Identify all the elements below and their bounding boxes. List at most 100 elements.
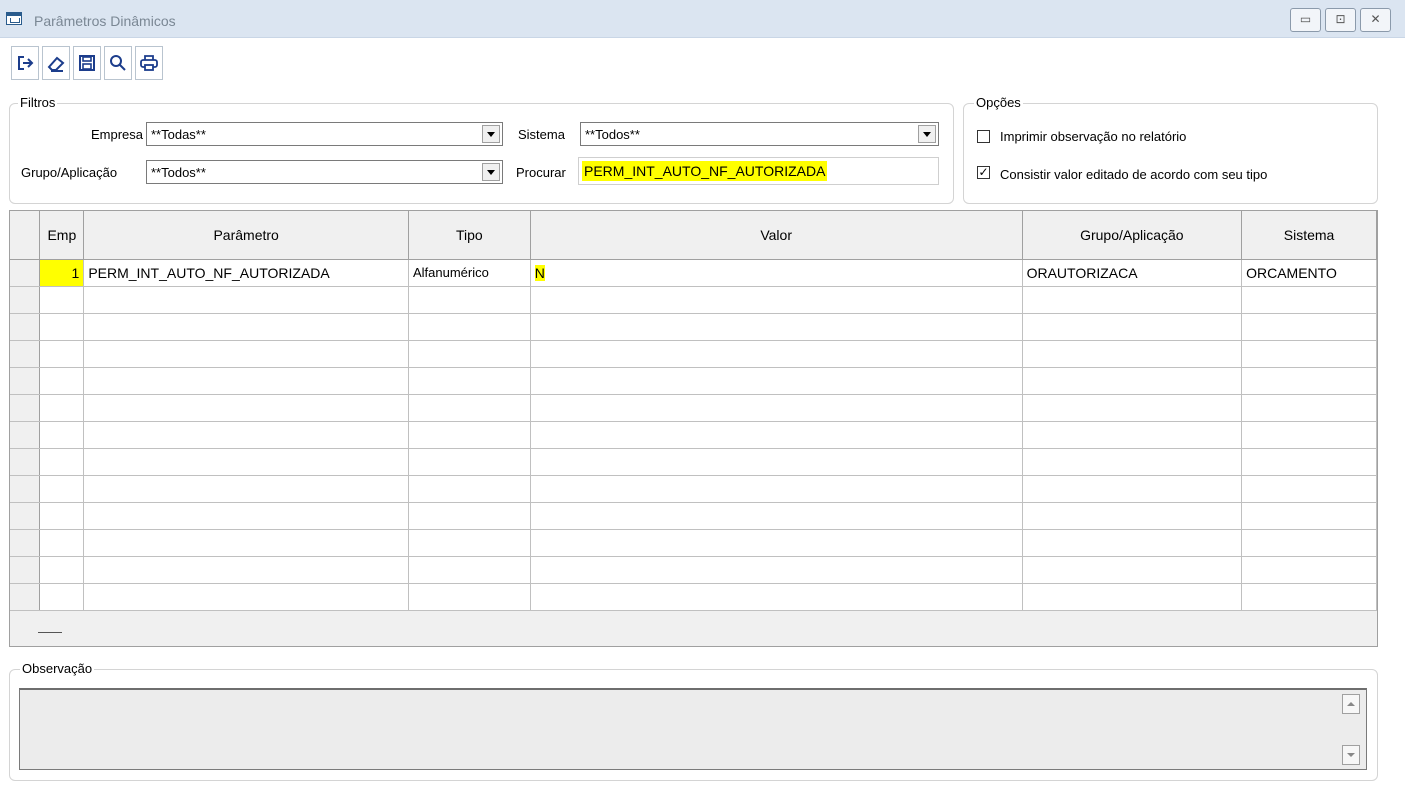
cell-parametro[interactable] bbox=[83, 313, 409, 341]
clear-button[interactable] bbox=[42, 46, 70, 80]
save-button[interactable] bbox=[73, 46, 101, 80]
cell-sistema[interactable]: ORCAMENTO bbox=[1241, 259, 1377, 287]
table-row-empty[interactable] bbox=[10, 340, 1377, 368]
col-header-emp[interactable]: Emp bbox=[39, 211, 85, 260]
cell-tipo[interactable] bbox=[408, 340, 531, 368]
cell-grupo[interactable] bbox=[1022, 583, 1243, 611]
cell-emp[interactable] bbox=[39, 583, 85, 611]
table-row-empty[interactable] bbox=[10, 583, 1377, 611]
cell-parametro[interactable] bbox=[83, 421, 409, 449]
cell-emp[interactable] bbox=[39, 286, 85, 314]
cell-parametro[interactable]: PERM_INT_AUTO_NF_AUTORIZADA bbox=[83, 259, 409, 287]
cell-tipo[interactable] bbox=[408, 367, 531, 395]
cell-emp[interactable] bbox=[39, 340, 85, 368]
cell-tipo[interactable] bbox=[408, 421, 531, 449]
table-row-empty[interactable] bbox=[10, 448, 1377, 476]
cell-valor[interactable] bbox=[530, 286, 1023, 314]
cell-grupo[interactable] bbox=[1022, 502, 1243, 530]
row-header[interactable] bbox=[10, 556, 41, 584]
observacao-textarea[interactable] bbox=[19, 688, 1367, 770]
row-header[interactable] bbox=[10, 286, 41, 314]
cell-emp[interactable] bbox=[39, 475, 85, 503]
table-row-empty[interactable] bbox=[10, 529, 1377, 557]
cell-sistema[interactable] bbox=[1241, 475, 1377, 503]
minimize-button[interactable]: ▭ bbox=[1290, 8, 1321, 32]
cell-tipo[interactable] bbox=[408, 502, 531, 530]
cell-parametro[interactable] bbox=[83, 394, 409, 422]
row-header[interactable] bbox=[10, 448, 41, 476]
cell-sistema[interactable] bbox=[1241, 313, 1377, 341]
empresa-combo[interactable]: **Todas** bbox=[146, 122, 503, 146]
cell-tipo[interactable] bbox=[408, 529, 531, 557]
cell-parametro[interactable] bbox=[83, 340, 409, 368]
col-header-sistema[interactable]: Sistema bbox=[1241, 211, 1377, 260]
table-row-empty[interactable] bbox=[10, 313, 1377, 341]
row-header[interactable] bbox=[10, 421, 41, 449]
cell-sistema[interactable] bbox=[1241, 502, 1377, 530]
table-row-empty[interactable] bbox=[10, 367, 1377, 395]
cell-tipo[interactable] bbox=[408, 313, 531, 341]
cell-tipo[interactable] bbox=[408, 448, 531, 476]
cell-grupo[interactable] bbox=[1022, 556, 1243, 584]
grupo-combo[interactable]: **Todos** bbox=[146, 160, 503, 184]
cell-grupo[interactable] bbox=[1022, 313, 1243, 341]
cell-tipo[interactable] bbox=[408, 475, 531, 503]
col-header-valor[interactable]: Valor bbox=[530, 211, 1023, 260]
cell-tipo[interactable] bbox=[408, 394, 531, 422]
cell-grupo[interactable] bbox=[1022, 448, 1243, 476]
cell-emp[interactable] bbox=[39, 502, 85, 530]
sistema-combo[interactable]: **Todos** bbox=[580, 122, 939, 146]
cell-valor[interactable] bbox=[530, 421, 1023, 449]
parametros-grid[interactable]: Emp Parâmetro Tipo Valor Grupo/Aplicação… bbox=[9, 210, 1378, 647]
chevron-down-icon[interactable] bbox=[918, 125, 936, 143]
cell-tipo[interactable]: Alfanumérico bbox=[408, 259, 531, 287]
table-row-empty[interactable] bbox=[10, 475, 1377, 503]
cell-emp[interactable] bbox=[39, 421, 85, 449]
cell-valor[interactable] bbox=[530, 529, 1023, 557]
scroll-up-icon[interactable] bbox=[1342, 694, 1360, 714]
cell-parametro[interactable] bbox=[83, 475, 409, 503]
table-row-empty[interactable] bbox=[10, 421, 1377, 449]
row-header[interactable] bbox=[10, 313, 41, 341]
row-header[interactable] bbox=[10, 340, 41, 368]
cell-parametro[interactable] bbox=[83, 529, 409, 557]
cell-sistema[interactable] bbox=[1241, 448, 1377, 476]
cell-grupo[interactable] bbox=[1022, 286, 1243, 314]
row-header[interactable] bbox=[10, 502, 41, 530]
cell-sistema[interactable] bbox=[1241, 394, 1377, 422]
cell-emp[interactable]: 1 bbox=[39, 259, 85, 287]
chevron-down-icon[interactable] bbox=[482, 163, 500, 181]
cell-sistema[interactable] bbox=[1241, 529, 1377, 557]
cell-valor[interactable] bbox=[530, 475, 1023, 503]
exit-button[interactable] bbox=[11, 46, 39, 80]
col-header-tipo[interactable]: Tipo bbox=[408, 211, 531, 260]
cell-emp[interactable] bbox=[39, 448, 85, 476]
scroll-down-icon[interactable] bbox=[1342, 745, 1360, 765]
cell-valor[interactable] bbox=[530, 502, 1023, 530]
cell-sistema[interactable] bbox=[1241, 367, 1377, 395]
cell-emp[interactable] bbox=[39, 556, 85, 584]
table-row-empty[interactable] bbox=[10, 502, 1377, 530]
cell-grupo[interactable] bbox=[1022, 475, 1243, 503]
table-row[interactable]: 1 PERM_INT_AUTO_NF_AUTORIZADA Alfanuméri… bbox=[10, 259, 1377, 287]
cell-valor[interactable] bbox=[530, 394, 1023, 422]
cell-valor[interactable] bbox=[530, 340, 1023, 368]
cell-tipo[interactable] bbox=[408, 286, 531, 314]
procurar-input[interactable]: PERM_INT_AUTO_NF_AUTORIZADA bbox=[578, 157, 939, 185]
print-button[interactable] bbox=[135, 46, 163, 80]
cell-grupo[interactable] bbox=[1022, 421, 1243, 449]
cell-valor[interactable] bbox=[530, 313, 1023, 341]
cell-grupo[interactable] bbox=[1022, 340, 1243, 368]
cell-sistema[interactable] bbox=[1241, 556, 1377, 584]
cell-grupo[interactable]: ORAUTORIZACA bbox=[1022, 259, 1243, 287]
cell-parametro[interactable] bbox=[83, 583, 409, 611]
table-row-empty[interactable] bbox=[10, 286, 1377, 314]
row-header[interactable] bbox=[10, 583, 41, 611]
col-header-grupo[interactable]: Grupo/Aplicação bbox=[1022, 211, 1243, 260]
cell-parametro[interactable] bbox=[83, 448, 409, 476]
cell-grupo[interactable] bbox=[1022, 529, 1243, 557]
consistir-checkbox[interactable]: ✓ bbox=[977, 166, 990, 179]
col-header-parametro[interactable]: Parâmetro bbox=[83, 211, 409, 260]
cell-sistema[interactable] bbox=[1241, 583, 1377, 611]
maximize-button[interactable]: ⊡ bbox=[1325, 8, 1356, 32]
